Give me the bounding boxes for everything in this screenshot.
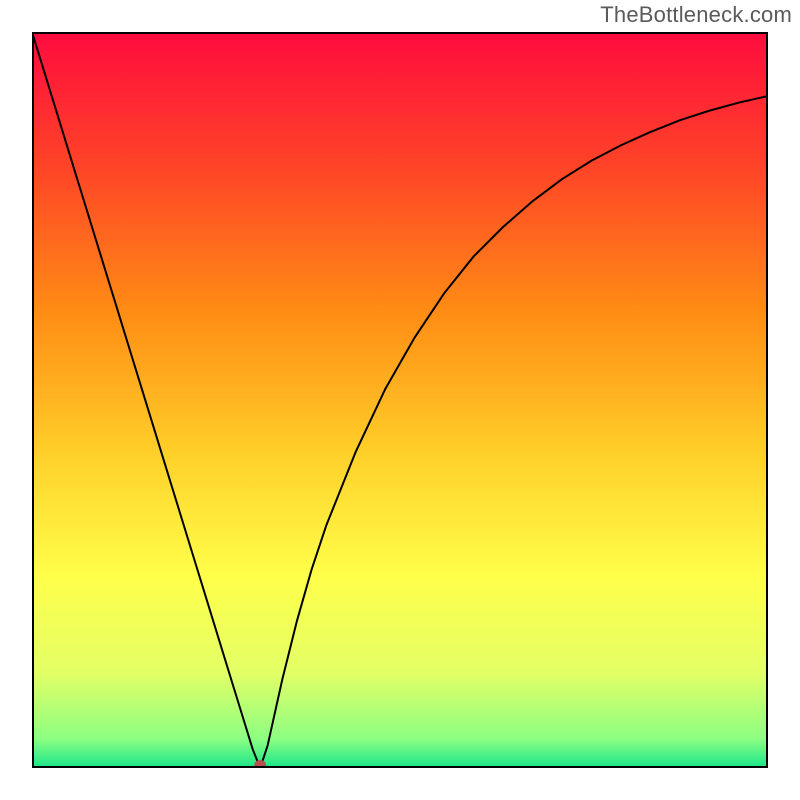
bottleneck-curve (32, 32, 768, 768)
watermark-text: TheBottleneck.com (600, 2, 792, 28)
chart-container: TheBottleneck.com (0, 0, 800, 800)
minimum-marker (254, 760, 266, 768)
plot-area (32, 32, 768, 768)
